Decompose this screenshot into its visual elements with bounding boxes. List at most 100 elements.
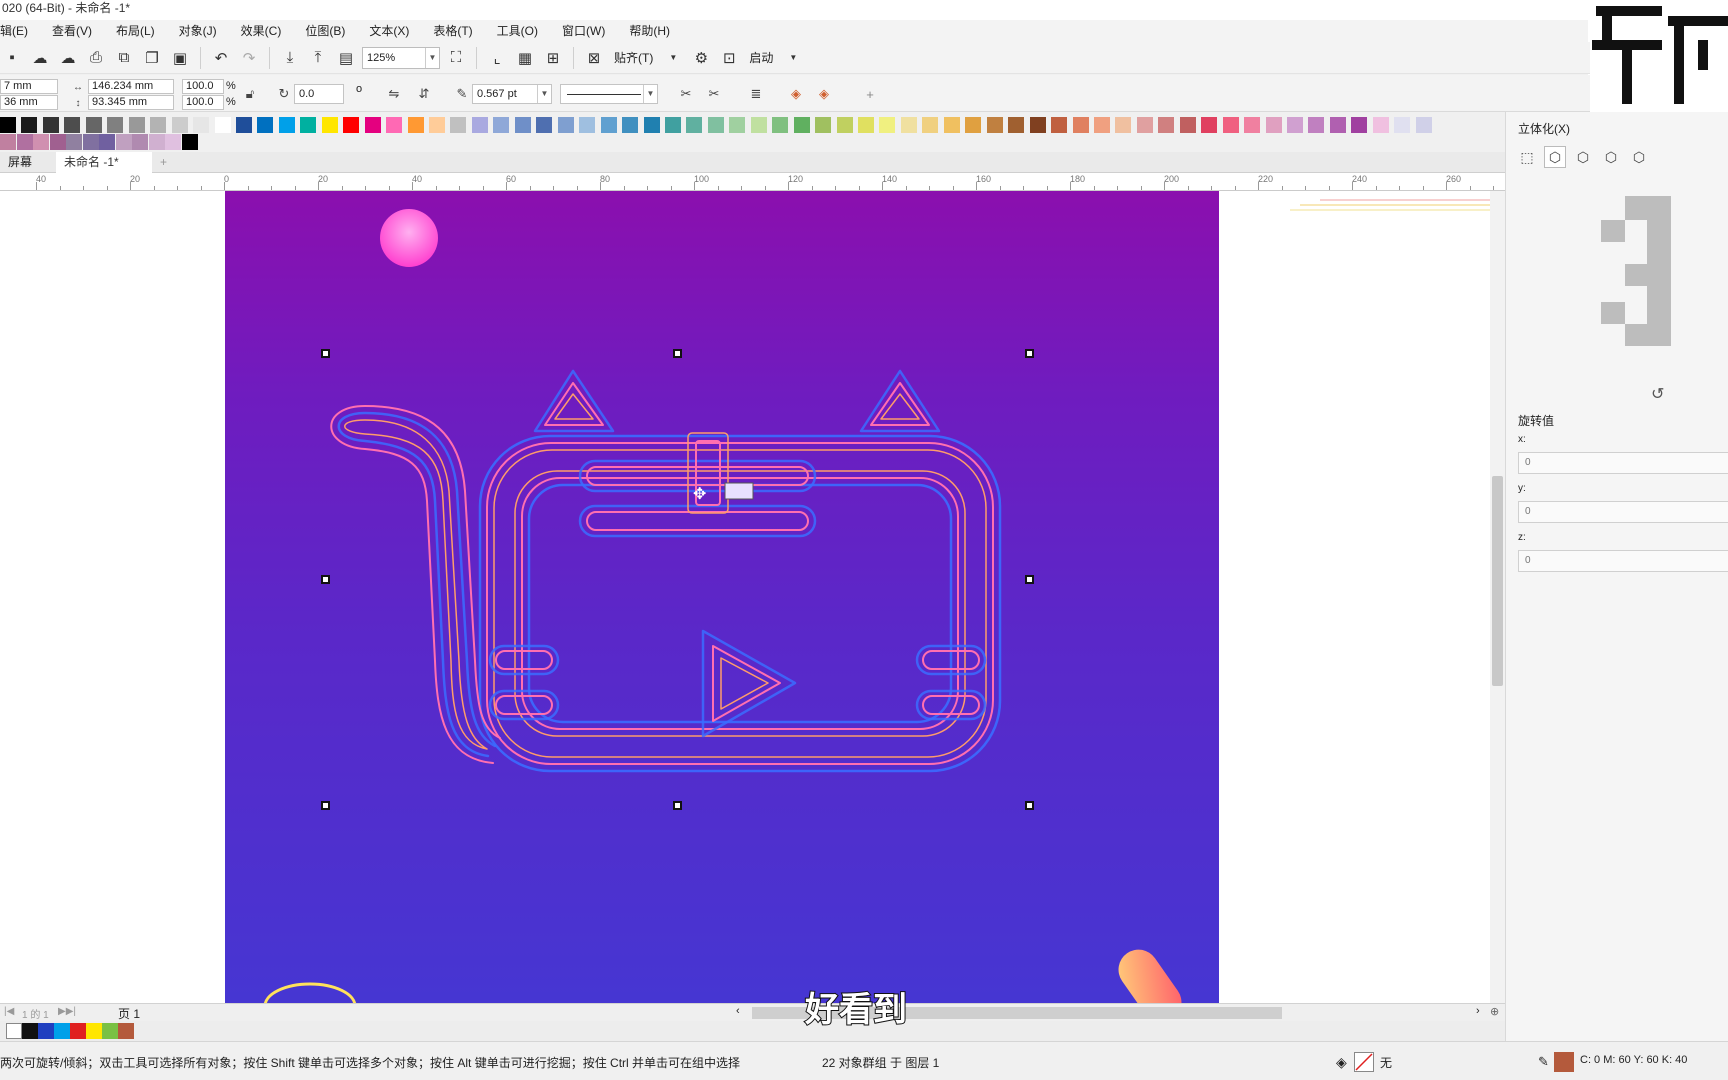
menu-effects[interactable]: 效果(C): [229, 20, 294, 42]
rotation-z-field[interactable]: 0: [1518, 550, 1728, 572]
extrude-rotate-icon[interactable]: ⬡: [1544, 146, 1566, 168]
palette-swatch[interactable]: [858, 117, 874, 133]
page-tab-1[interactable]: 页 1: [118, 1005, 140, 1022]
mirror-vertical-icon[interactable]: ⇵: [414, 84, 434, 104]
palette-swatch[interactable]: [1222, 117, 1239, 133]
palette-swatch[interactable]: [1201, 117, 1218, 133]
palette-swatch[interactable]: [364, 117, 381, 133]
grid-icon[interactable]: ▦: [513, 46, 537, 70]
neon-tv-artwork[interactable]: ✥: [225, 191, 1219, 1003]
selection-handle-nw[interactable]: [321, 349, 330, 358]
palette-swatch[interactable]: [536, 117, 553, 133]
palette-swatch[interactable]: [1287, 117, 1303, 133]
palette-swatch[interactable]: [33, 134, 49, 150]
palette-swatch[interactable]: [343, 117, 360, 133]
palette-swatch[interactable]: [0, 134, 16, 150]
object-y-field[interactable]: 36 mm: [0, 95, 58, 110]
menu-text[interactable]: 文本(X): [357, 20, 421, 42]
palette-swatch[interactable]: [557, 117, 574, 133]
selection-handle-e[interactable]: [1025, 575, 1034, 584]
menu-bitmaps[interactable]: 位图(B): [293, 20, 357, 42]
palette-swatch[interactable]: [450, 117, 467, 133]
doc-swatch-brown[interactable]: [118, 1023, 134, 1039]
page-artboard[interactable]: ✥: [225, 191, 1219, 1003]
doc-swatch-cyan[interactable]: [54, 1023, 70, 1039]
save-icon[interactable]: ▪: [0, 46, 24, 70]
palette-swatch[interactable]: [85, 117, 102, 133]
palette-swatch[interactable]: [750, 117, 767, 133]
palette-swatch[interactable]: [21, 117, 38, 133]
add-icon[interactable]: +: [860, 84, 880, 104]
object-width-field[interactable]: 146.234 mm: [88, 79, 174, 94]
palette-swatch[interactable]: [514, 117, 531, 133]
selection-handle-s[interactable]: [673, 801, 682, 810]
palette-swatch[interactable]: [132, 134, 148, 150]
palette-swatch[interactable]: [49, 134, 66, 150]
wrap-text-icon[interactable]: ≣: [746, 84, 766, 104]
doc-swatch-blue[interactable]: [38, 1023, 54, 1039]
copy-icon[interactable]: ❐: [140, 46, 164, 70]
selection-handle-w[interactable]: [321, 575, 330, 584]
palette-swatch[interactable]: [1308, 117, 1325, 133]
palette-swatch[interactable]: [165, 134, 181, 150]
zoom-level-select[interactable]: 125% ▼: [362, 46, 440, 69]
palette-swatch[interactable]: [1394, 117, 1411, 133]
print-icon[interactable]: ⎙: [84, 46, 108, 70]
palette-swatch[interactable]: [1072, 117, 1089, 133]
scale-x-field[interactable]: 100.0: [182, 79, 224, 94]
snap-icon[interactable]: ⊠: [582, 46, 606, 70]
rotation-angle-field[interactable]: 0.0: [294, 84, 344, 104]
line-style-select[interactable]: ▼: [560, 84, 658, 104]
palette-swatch[interactable]: [729, 117, 746, 133]
palette-swatch[interactable]: [707, 117, 724, 133]
zoom-navigator-icon[interactable]: ⊕: [1490, 1005, 1499, 1018]
menu-tools[interactable]: 工具(O): [485, 20, 550, 42]
lock-ratio-icon[interactable]: 🔓︎: [240, 84, 260, 104]
extrude-lighting-icon[interactable]: ⬡: [1628, 146, 1650, 168]
palette-swatch[interactable]: [181, 134, 198, 150]
pdf-export-icon[interactable]: ▤: [334, 46, 358, 70]
menu-edit[interactable]: 辑(E): [0, 20, 40, 42]
palette-swatch[interactable]: [1329, 117, 1346, 133]
rotation-preview-3-icon[interactable]: [1601, 196, 1671, 346]
rulers-icon[interactable]: ⌞: [485, 46, 509, 70]
import-icon[interactable]: ⤓: [278, 46, 302, 70]
full-screen-icon[interactable]: ⛶: [444, 46, 468, 70]
palette-swatch[interactable]: [471, 117, 488, 133]
menu-layout[interactable]: 布局(L): [104, 20, 167, 42]
palette-swatch[interactable]: [66, 134, 82, 150]
extrude-bevel-icon[interactable]: ⬡: [1600, 146, 1622, 168]
palette-swatch[interactable]: [600, 117, 617, 133]
palette-swatch[interactable]: [1351, 117, 1368, 133]
palette-swatch[interactable]: [148, 134, 165, 150]
cloud-download-icon[interactable]: ☁: [56, 46, 80, 70]
outline-width-select[interactable]: 0.567 pt ▼: [472, 84, 552, 104]
palette-swatch[interactable]: [1415, 117, 1432, 133]
palette-swatch[interactable]: [300, 117, 317, 133]
scroll-right-icon[interactable]: ›: [1476, 1005, 1480, 1017]
palette-swatch[interactable]: [115, 134, 132, 150]
fill-bucket-icon[interactable]: ◈: [1336, 1054, 1347, 1071]
object-height-field[interactable]: 93.345 mm: [88, 95, 174, 110]
palette-swatch[interactable]: [1136, 117, 1153, 133]
palette-swatch[interactable]: [943, 117, 960, 133]
no-color-swatch[interactable]: [6, 1023, 22, 1039]
palette-swatch[interactable]: [1093, 117, 1110, 133]
palette-swatch[interactable]: [278, 117, 295, 133]
cut-icon[interactable]: ⧉: [112, 46, 136, 70]
doc-swatch-yellow[interactable]: [86, 1023, 102, 1039]
palette-swatch[interactable]: [429, 117, 445, 133]
to-back-icon[interactable]: ◈: [814, 84, 834, 104]
break-apart-icon[interactable]: ✂: [676, 84, 696, 104]
vertical-scrollbar[interactable]: [1490, 191, 1505, 1003]
palette-swatch[interactable]: [879, 117, 896, 133]
to-front-icon[interactable]: ◈: [786, 84, 806, 104]
no-fill-icon[interactable]: [1354, 1052, 1374, 1072]
menu-view[interactable]: 查看(V): [40, 20, 104, 42]
drawing-canvas[interactable]: ✥: [0, 191, 1490, 1003]
palette-swatch[interactable]: [922, 117, 939, 133]
outline-color-swatch[interactable]: [1554, 1052, 1574, 1072]
page-nav-next-icon[interactable]: ▶▶|: [58, 1006, 76, 1017]
palette-swatch[interactable]: [16, 134, 33, 150]
palette-swatch[interactable]: [214, 117, 231, 133]
